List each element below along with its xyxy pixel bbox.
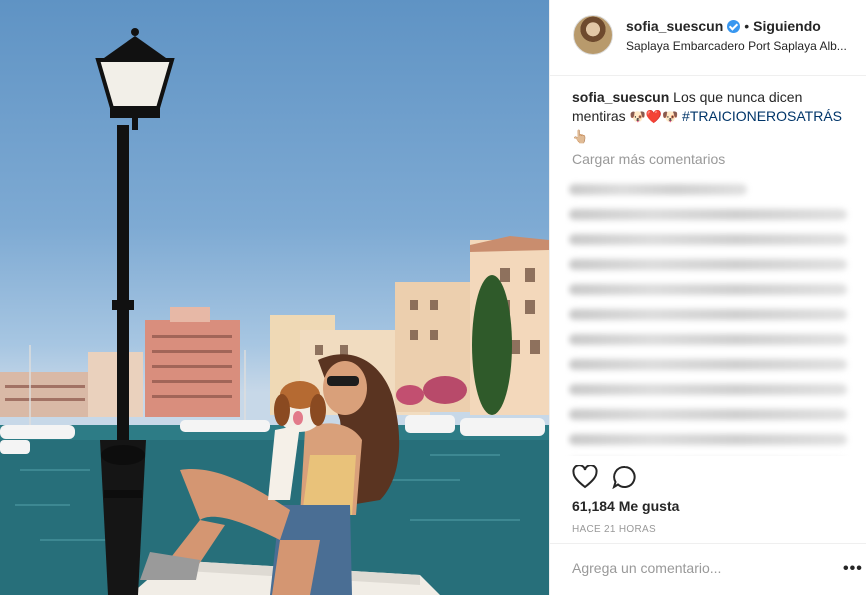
verified-badge-icon [727, 19, 741, 33]
hashtag-link[interactable]: #TRAICIONEROSATRÁS [682, 108, 842, 124]
header-user-line: sofia_suescun • Siguiendo [626, 18, 821, 34]
caption: sofia_suescun Los que nunca dicen mentir… [572, 88, 857, 147]
header-username[interactable]: sofia_suescun [626, 18, 723, 34]
separator-dot: • [744, 18, 750, 34]
comment-input[interactable] [572, 560, 822, 576]
blurred-comment [565, 170, 861, 456]
caption-emojis: 🐶❤️🐶 [629, 110, 679, 125]
post-actions [572, 465, 638, 489]
more-options-icon[interactable]: ••• [843, 560, 863, 578]
comment-bubble-icon[interactable] [612, 465, 638, 489]
photo-scene [0, 28, 549, 595]
load-more-comments-button[interactable]: Cargar más comentarios [572, 151, 725, 167]
following-button[interactable]: Siguiendo [753, 18, 821, 34]
caption-username[interactable]: sofia_suescun [572, 89, 669, 105]
avatar[interactable] [573, 15, 613, 55]
location-link[interactable]: Saplaya Embarcadero Port Saplaya Alb... [626, 39, 856, 53]
post-timestamp[interactable]: HACE 21 HORAS [572, 524, 656, 535]
like-count[interactable]: 61,184 Me gusta [572, 498, 679, 514]
heart-icon[interactable] [572, 465, 598, 489]
post-header: sofia_suescun • Siguiendo Saplaya Embarc… [550, 0, 866, 76]
post-photo[interactable] [0, 0, 549, 595]
pointing-up-emoji: 👆🏼 [572, 130, 589, 145]
